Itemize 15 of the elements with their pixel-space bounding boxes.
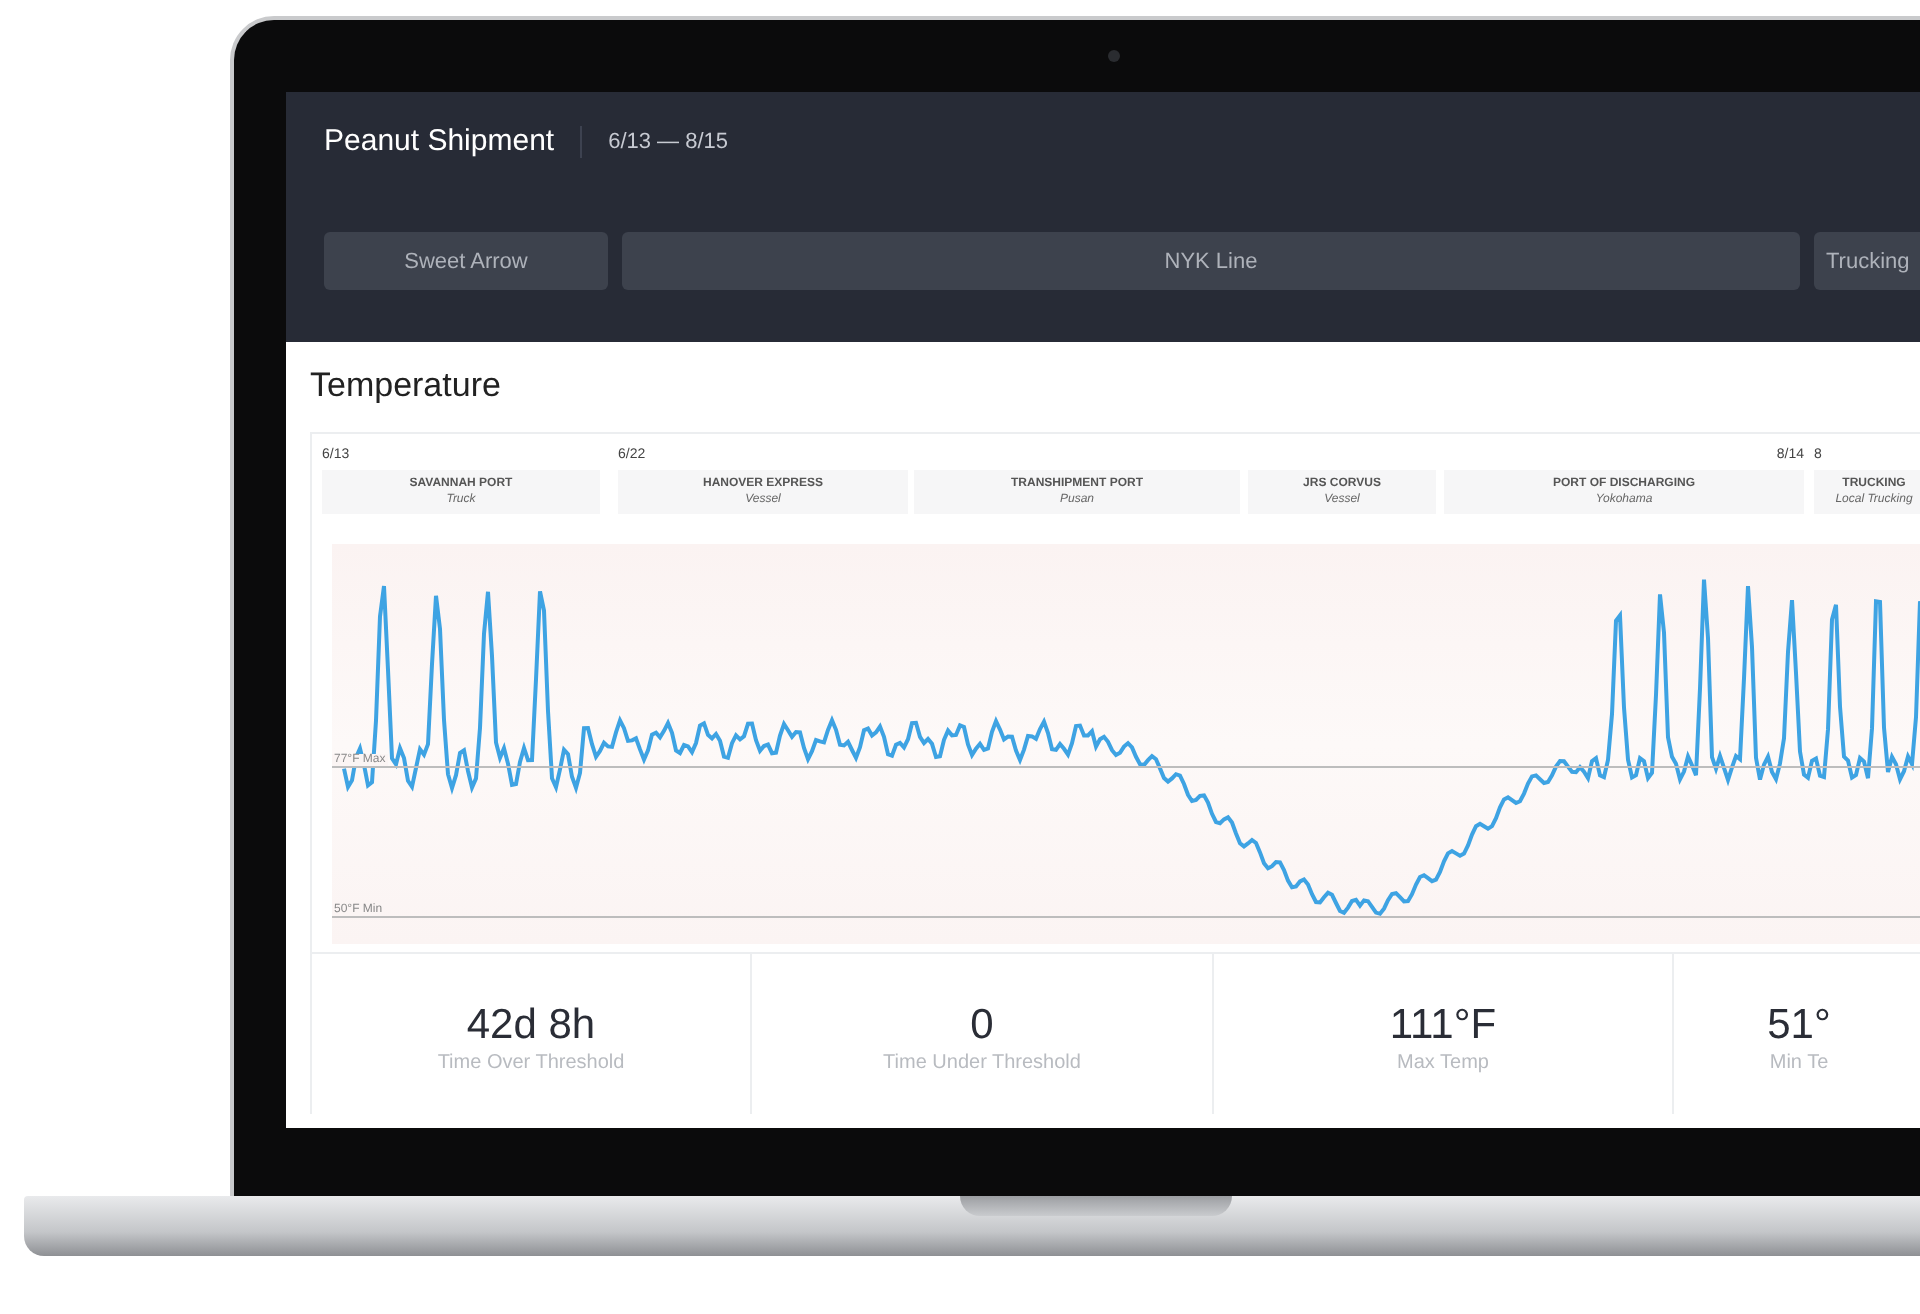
shipment-title: Peanut Shipment xyxy=(324,124,555,158)
stat-value: 51° xyxy=(1767,1002,1831,1050)
carrier-tab[interactable]: NYK Line xyxy=(622,232,1800,290)
stat-value: 42d 8h xyxy=(466,1002,596,1050)
camera-icon xyxy=(1108,50,1120,62)
stat-label: Time Over Threshold xyxy=(437,1052,625,1074)
stat-label: Time Under Threshold xyxy=(883,1052,1081,1074)
stat-value: 111°F xyxy=(1389,1002,1497,1050)
section-title: Temperature xyxy=(308,364,503,408)
date-range: 6/13 — 8/15 xyxy=(608,129,729,153)
stat-label: Max Temp xyxy=(1397,1052,1489,1074)
carrier-tab[interactable]: Sweet Arrow xyxy=(324,232,608,290)
carrier-tab[interactable]: Trucking xyxy=(1814,232,1920,290)
stat-label: Min Te xyxy=(1769,1052,1829,1074)
stat-value: 0 xyxy=(970,1002,994,1050)
